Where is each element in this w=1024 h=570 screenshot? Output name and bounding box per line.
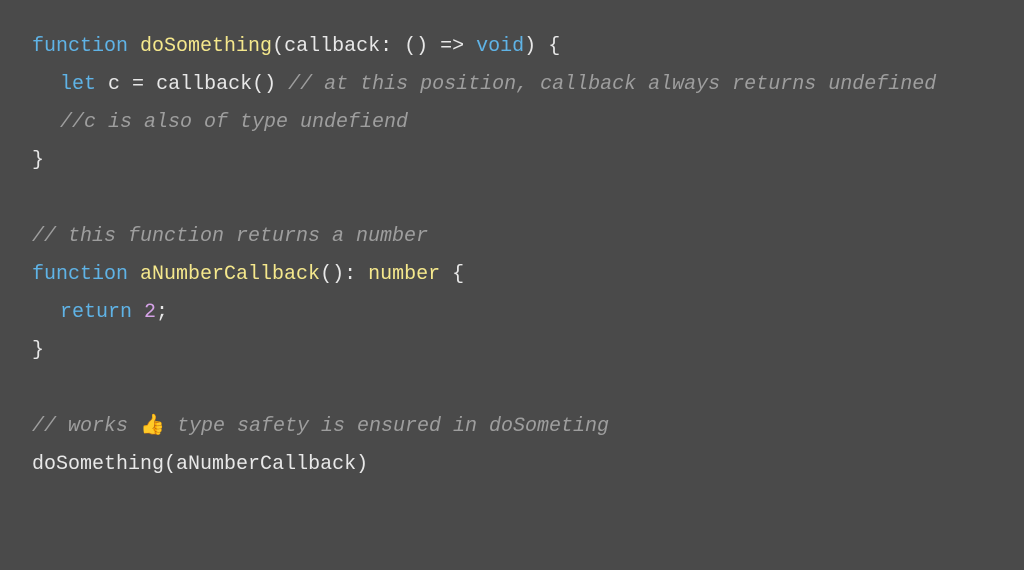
blank-line	[32, 180, 992, 218]
code-line-11: // works 👍 type safety is ensured in doS…	[32, 408, 992, 446]
space	[128, 263, 140, 286]
comment-text-post: type safety is ensured in doSometing	[165, 415, 609, 438]
thumbs-up-icon: 👍	[140, 415, 165, 438]
keyword-let: let	[60, 73, 96, 96]
arrow-parens: ()	[404, 35, 440, 58]
space	[276, 73, 288, 96]
code-line-9: }	[32, 332, 992, 370]
var-name: c	[108, 73, 120, 96]
close-paren: )	[524, 35, 536, 58]
open-paren: (	[164, 453, 176, 476]
code-line-1: function doSomething(callback: () => voi…	[32, 28, 992, 66]
open-paren: (	[272, 35, 284, 58]
number-literal: 2	[144, 301, 156, 324]
blank-line	[32, 370, 992, 408]
comment-text-pre: // works	[32, 415, 140, 438]
close-paren: )	[356, 453, 368, 476]
comment: // at this position, callback always ret…	[288, 73, 936, 96]
equals: =	[120, 73, 156, 96]
function-name: doSomething	[140, 35, 272, 58]
code-line-7: function aNumberCallback(): number {	[32, 256, 992, 294]
parens: ()	[320, 263, 344, 286]
close-brace: }	[32, 149, 44, 172]
keyword-void: void	[476, 35, 524, 58]
open-brace: {	[536, 35, 560, 58]
code-line-2: let c = callback() // at this position, …	[32, 66, 992, 104]
close-brace: }	[32, 339, 44, 362]
space	[132, 301, 144, 324]
comment: // this function returns a number	[32, 225, 428, 248]
code-line-6: // this function returns a number	[32, 218, 992, 256]
code-line-4: }	[32, 142, 992, 180]
colon: :	[380, 35, 404, 58]
space	[464, 35, 476, 58]
comment: // works 👍 type safety is ensured in doS…	[32, 415, 609, 438]
keyword-function: function	[32, 263, 128, 286]
param-name: callback	[284, 35, 380, 58]
call-expr: callback()	[156, 73, 276, 96]
space	[128, 35, 140, 58]
code-line-12: doSomething(aNumberCallback)	[32, 446, 992, 484]
keyword-function: function	[32, 35, 128, 58]
code-line-8: return 2;	[32, 294, 992, 332]
semicolon: ;	[156, 301, 168, 324]
keyword-return: return	[60, 301, 132, 324]
call-arg: aNumberCallback	[176, 453, 356, 476]
code-block: function doSomething(callback: () => voi…	[32, 28, 992, 484]
type-annotation: number	[368, 263, 440, 286]
call-fn-name: doSomething	[32, 453, 164, 476]
code-line-3: //c is also of type undefiend	[32, 104, 992, 142]
arrow: =>	[440, 35, 464, 58]
colon: :	[344, 263, 368, 286]
open-brace: {	[440, 263, 464, 286]
space	[96, 73, 108, 96]
comment: //c is also of type undefiend	[60, 111, 408, 134]
function-name: aNumberCallback	[140, 263, 320, 286]
